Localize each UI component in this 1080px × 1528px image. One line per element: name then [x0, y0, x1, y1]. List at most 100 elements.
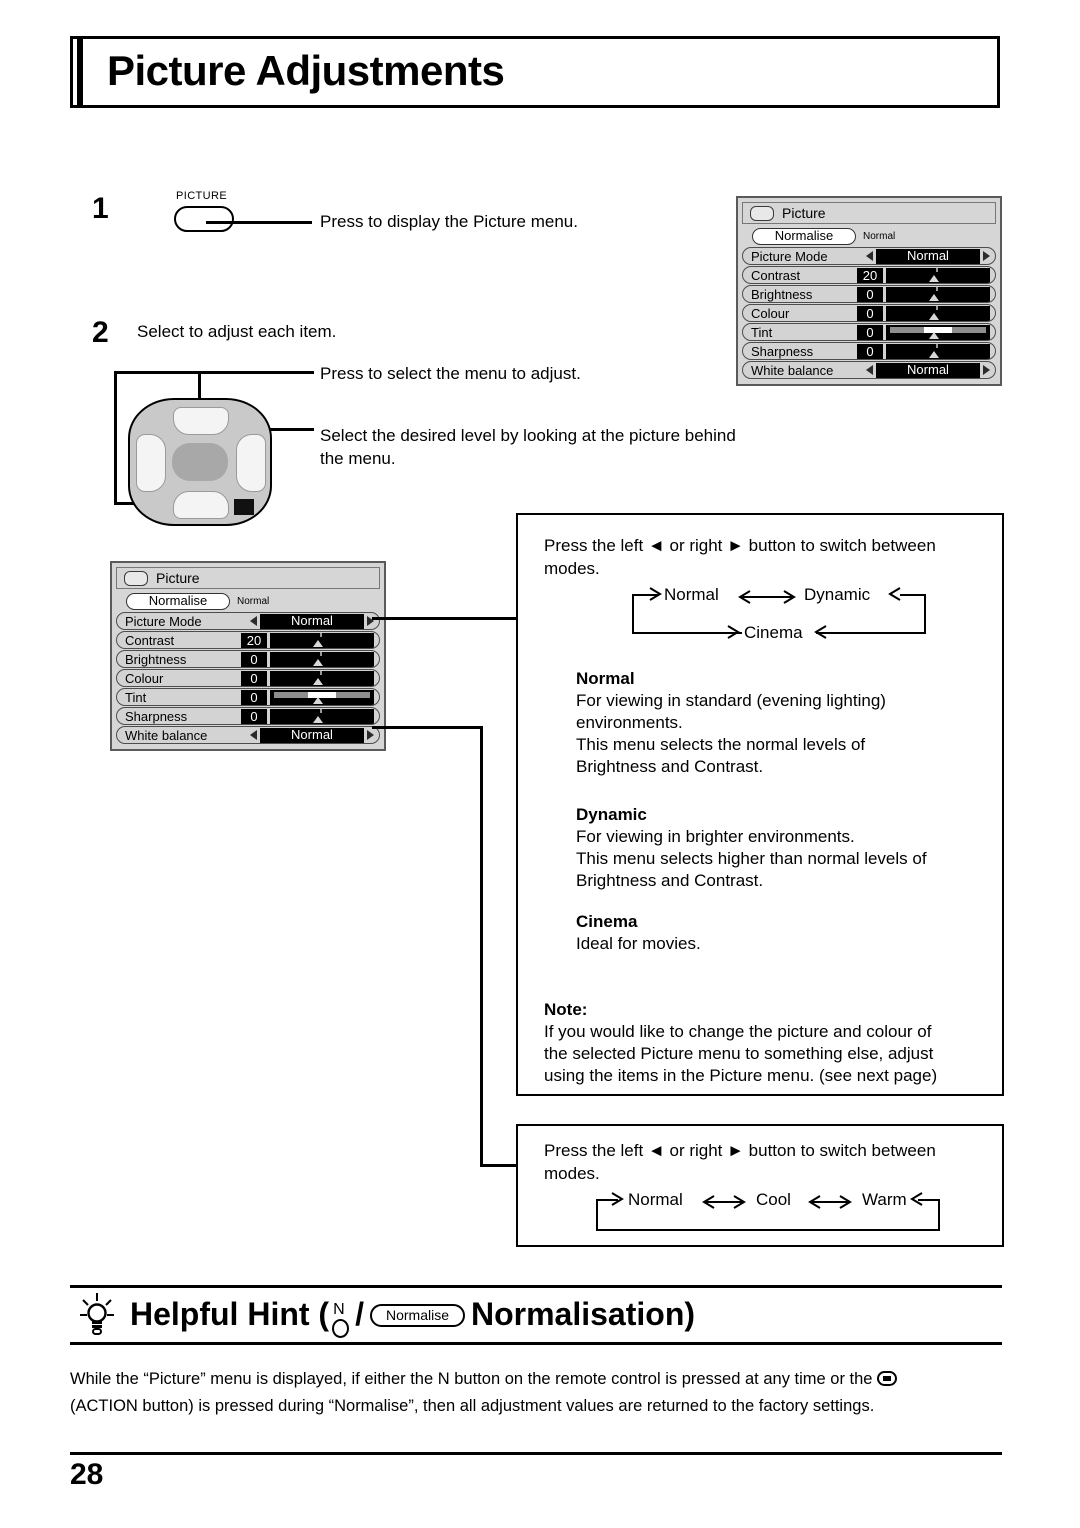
picture-button[interactable]	[174, 206, 234, 232]
osd-row-control[interactable]: 0	[857, 305, 990, 321]
osd-value: 0	[857, 305, 883, 321]
osd-slider-knob[interactable]	[313, 658, 323, 666]
osd-row-control[interactable]: 0	[857, 324, 990, 340]
osd-slider-track[interactable]	[270, 651, 374, 667]
osd-slider-track[interactable]	[886, 286, 990, 302]
osd-slider-knob[interactable]	[313, 696, 323, 704]
connector-white-balance-end	[480, 1164, 518, 1167]
osd-picture-menu-bottom[interactable]: Picture Normalise Normal Picture Mode Nor…	[110, 561, 386, 751]
desc-cinema-line-1: Ideal for movies.	[576, 934, 701, 953]
osd-rows-container-2: Normalise Normal Picture Mode Normal Contr…	[116, 592, 380, 744]
osd-normalise-row-2: Normalise Normal	[116, 592, 380, 611]
wb-arrow-from-warm	[910, 1192, 923, 1206]
normalise-pill-button[interactable]: Normalise	[369, 1304, 465, 1327]
dpad-left-button[interactable]	[136, 434, 166, 492]
osd-row-label: Picture Mode	[751, 248, 828, 264]
page-title: Picture Adjustments	[107, 47, 505, 94]
osd-mode-value: Normal	[260, 613, 364, 629]
picture-button-caption: PICTURE	[176, 190, 228, 202]
chevron-right-icon[interactable]	[367, 730, 374, 740]
osd-normalise-button[interactable]: Normalise	[752, 228, 856, 245]
desc-dynamic-line-3: Brightness and Contrast.	[576, 871, 764, 890]
osd-mode-selector[interactable]: Normal	[866, 362, 990, 378]
osd-row-control[interactable]: Normal	[866, 248, 990, 264]
helpful-hint-body-line-1: While the “Picture” menu is displayed, i…	[70, 1370, 878, 1388]
osd-row[interactable]: Contrast 20	[116, 631, 380, 649]
navigation-dpad[interactable]	[128, 398, 272, 526]
osd-row-control[interactable]: Normal	[866, 362, 990, 378]
helpful-hint-body-line-2: (ACTION button) is pressed during “Norma…	[70, 1397, 875, 1415]
chevron-right-icon[interactable]	[983, 251, 990, 261]
osd-slider-track[interactable]	[270, 670, 374, 686]
osd-row[interactable]: Tint 0	[116, 688, 380, 706]
dpad-action-button[interactable]	[172, 443, 254, 515]
osd-titlebar-2: Picture	[116, 567, 380, 589]
n-button-letter: N	[333, 1301, 345, 1318]
osd-slider-knob[interactable]	[313, 639, 323, 647]
osd-row-label: White balance	[751, 362, 834, 378]
osd-row[interactable]: White balance Normal	[742, 361, 996, 379]
osd-row[interactable]: Tint 0	[742, 323, 996, 341]
osd-slider-track[interactable]	[270, 632, 374, 648]
cycle-arrow-normal-dynamic	[738, 590, 796, 604]
osd-slider-knob[interactable]	[929, 293, 939, 301]
dpad-up-button[interactable]	[173, 407, 229, 435]
desc-dynamic-line-2: This menu selects higher than normal lev…	[576, 849, 927, 868]
osd-slider-knob[interactable]	[929, 274, 939, 282]
osd-slider-track[interactable]	[886, 324, 990, 340]
osd-slider-knob[interactable]	[929, 331, 939, 339]
osd-slider-track[interactable]	[886, 343, 990, 359]
osd-row[interactable]: White balance Normal	[116, 726, 380, 744]
osd-row[interactable]: Sharpness 0	[116, 707, 380, 725]
chevron-left-icon[interactable]	[866, 251, 873, 261]
osd-row-control[interactable]: 20	[857, 267, 990, 283]
chevron-left-icon[interactable]	[250, 616, 257, 626]
osd-row-label: Colour	[751, 305, 790, 321]
osd-row-control[interactable]: 0	[857, 343, 990, 359]
dpad-down-button[interactable]	[173, 491, 229, 519]
chevron-right-icon[interactable]	[983, 365, 990, 375]
dpad-right-button[interactable]	[236, 434, 266, 492]
osd-slider-track[interactable]	[270, 708, 374, 724]
desc-dynamic-line-1: For viewing in brighter environments.	[576, 827, 855, 846]
osd-row-control[interactable]: 0	[241, 689, 374, 705]
osd-row-control[interactable]: 0	[857, 286, 990, 302]
osd-slider-knob[interactable]	[929, 312, 939, 320]
osd-row[interactable]: Colour 0	[742, 304, 996, 322]
step-2-number: 2	[92, 316, 109, 349]
osd-slider-track[interactable]	[270, 689, 374, 705]
osd-slider-knob[interactable]	[313, 677, 323, 685]
osd-row-control[interactable]: Normal	[250, 613, 374, 629]
osd-mode-selector[interactable]: Normal	[250, 727, 374, 743]
page-number: 28	[70, 1458, 104, 1491]
osd-row[interactable]: Picture Mode Normal	[116, 612, 380, 630]
osd-row-control[interactable]: 0	[241, 708, 374, 724]
chevron-left-icon[interactable]	[250, 730, 257, 740]
osd-row[interactable]: Colour 0	[116, 669, 380, 687]
osd-row-label: Contrast	[125, 632, 175, 648]
osd-slider-knob[interactable]	[929, 350, 939, 358]
osd-normalise-button-2[interactable]: Normalise	[126, 593, 230, 610]
step-1-number: 1	[92, 192, 109, 225]
osd-row-control[interactable]: 0	[241, 670, 374, 686]
n-button-circle	[332, 1319, 350, 1338]
osd-row-control[interactable]: 0	[241, 651, 374, 667]
osd-mode-selector[interactable]: Normal	[250, 613, 374, 629]
osd-row-label: Picture Mode	[125, 613, 202, 629]
osd-row[interactable]: Brightness 0	[742, 285, 996, 303]
osd-row-control[interactable]: Normal	[250, 727, 374, 743]
chevron-left-icon[interactable]	[866, 365, 873, 375]
osd-slider-track[interactable]	[886, 267, 990, 283]
osd-row[interactable]: Picture Mode Normal	[742, 247, 996, 265]
osd-row[interactable]: Brightness 0	[116, 650, 380, 668]
osd-slider-track[interactable]	[886, 305, 990, 321]
osd-mode-selector[interactable]: Normal	[866, 248, 990, 264]
picture-mode-cycle-diagram: Normal Dynamic Cinema	[544, 585, 974, 647]
wb-label-normal: Normal	[628, 1190, 683, 1209]
osd-row[interactable]: Sharpness 0	[742, 342, 996, 360]
osd-row-control[interactable]: 20	[241, 632, 374, 648]
osd-row[interactable]: Contrast 20	[742, 266, 996, 284]
osd-picture-menu-top[interactable]: Picture Normalise Normal Picture Mode Nor…	[736, 196, 1002, 386]
wb-arrow-normal-cool	[702, 1195, 746, 1209]
osd-slider-knob[interactable]	[313, 715, 323, 723]
